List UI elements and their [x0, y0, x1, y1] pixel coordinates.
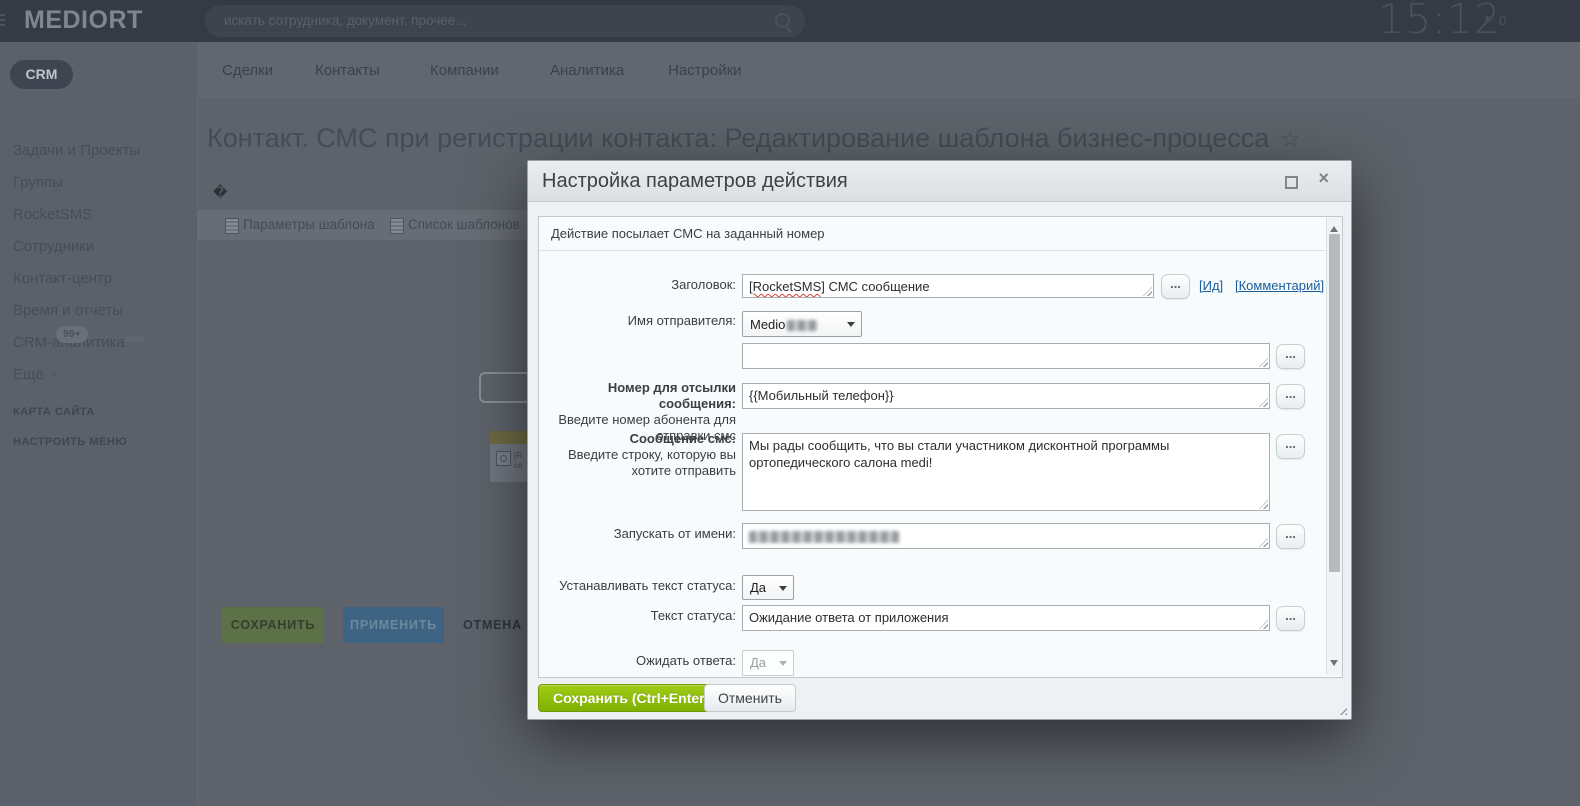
workflow-action-card[interactable]: [R co: [490, 431, 527, 482]
sidebar-sitemap-link[interactable]: КАРТА САЙТА: [13, 406, 95, 418]
flag-icon[interactable]: ⚑: [1483, 13, 1494, 27]
dialog-cancel-button[interactable]: Отменить: [704, 684, 796, 712]
workflow-node: [479, 372, 531, 403]
scroll-down-icon[interactable]: [1330, 660, 1338, 670]
wait-reply-select-disabled: Да: [742, 650, 794, 676]
tab-template-params[interactable]: Параметры шаблона: [243, 210, 375, 240]
header-more-button[interactable]: ...: [1161, 274, 1190, 299]
status-text-more-button[interactable]: ...: [1276, 606, 1305, 631]
action-settings-dialog: Настройка параметров действия × Действие…: [527, 160, 1352, 720]
dialog-content-scroll-area: Действие посылает СМС на заданный номер …: [538, 216, 1343, 678]
search-icon: [775, 13, 790, 28]
flag-count: 0: [1499, 13, 1507, 28]
field-label-message: Сообщение смс: Введите строку, которую в…: [567, 431, 736, 478]
page-save-button[interactable]: СОХРАНИТЬ: [222, 607, 324, 643]
sender-extra-input[interactable]: [742, 343, 1270, 369]
scrollbar-thumb[interactable]: [1329, 234, 1340, 572]
screen: MEDIORT искать сотрудника, документ, про…: [0, 0, 1580, 806]
chevron-down-icon: [49, 373, 58, 382]
search-placeholder: искать сотрудника, документ, прочее...: [224, 13, 467, 28]
workflow-card-header: [490, 431, 527, 444]
search-input[interactable]: искать сотрудника, документ, прочее...: [205, 5, 805, 37]
page-apply-button[interactable]: ПРИМЕНИТЬ: [343, 607, 444, 643]
number-input[interactable]: {{Мобильный телефон}}: [742, 383, 1270, 409]
run-as-more-button[interactable]: ...: [1276, 524, 1305, 549]
sidebar-item-rocketsms[interactable]: RocketSMS: [13, 207, 92, 223]
sidebar: CRM Задачи и Проекты Группы RocketSMS Со…: [0, 42, 198, 806]
crm-nav-bar: Сделки Контакты Компании Аналитика Настр…: [197, 42, 1580, 98]
nav-analytics[interactable]: Аналитика: [550, 62, 624, 79]
unknown-glyph: �: [213, 184, 228, 200]
field-label-status-text: Текст статуса:: [650, 608, 736, 623]
menu-icon[interactable]: [0, 14, 5, 28]
field-label-set-status: Устанавливать текст статуса:: [559, 578, 736, 593]
favorite-star-icon[interactable]: ☆: [1279, 126, 1301, 153]
top-bar: MEDIORT искать сотрудника, документ, про…: [0, 0, 1580, 43]
spellcheck-word: [RocketSMS]: [749, 279, 825, 294]
beta-label: beta: [125, 334, 146, 345]
dialog-scrollbar[interactable]: [1326, 217, 1342, 675]
field-label-header: Заголовок:: [671, 277, 736, 292]
scroll-up-icon[interactable]: [1330, 222, 1338, 232]
sidebar-item-groups[interactable]: Группы: [13, 175, 63, 191]
sidebar-item-contact-center[interactable]: Контакт-центр: [13, 271, 112, 287]
sidebar-item-employees[interactable]: Сотрудники: [13, 239, 94, 255]
tab-template-list[interactable]: Список шаблонов: [408, 210, 520, 240]
redacted-text: [749, 530, 899, 543]
nav-contacts[interactable]: Контакты: [315, 62, 380, 79]
sender-more-button[interactable]: ...: [1276, 344, 1305, 369]
message-textarea[interactable]: Мы рады сообщить, что вы стали участнико…: [742, 433, 1270, 511]
header-input[interactable]: [RocketSMS] СМС сообщение: [742, 274, 1154, 298]
nav-deals[interactable]: Сделки: [222, 62, 273, 79]
field-label-sender: Имя отправителя:: [627, 313, 736, 328]
app-logo[interactable]: MEDIORT: [24, 6, 143, 35]
id-link[interactable]: [Ид]: [1199, 278, 1223, 293]
sidebar-item-crm[interactable]: CRM: [10, 60, 73, 89]
maximize-icon[interactable]: [1285, 176, 1298, 189]
sidebar-item-tasks[interactable]: Задачи и Проекты: [13, 143, 140, 159]
sidebar-item-time-reports[interactable]: Время и отчеты: [13, 303, 123, 319]
dialog-save-button[interactable]: Сохранить (Ctrl+Enter): [538, 684, 725, 712]
action-description: Действие посылает СМС на заданный номер: [539, 217, 1336, 251]
more-count-badge: 99+: [56, 326, 88, 343]
number-more-button[interactable]: ...: [1276, 384, 1305, 409]
nav-settings[interactable]: Настройки: [668, 62, 742, 79]
run-as-input[interactable]: [742, 523, 1270, 549]
dialog-title: Настройка параметров действия: [542, 170, 848, 192]
sidebar-configure-menu-link[interactable]: НАСТРОИТЬ МЕНЮ: [13, 436, 127, 448]
sms-action-icon: [496, 451, 511, 466]
set-status-select[interactable]: Да: [742, 575, 794, 600]
sender-select[interactable]: Medio: [742, 311, 862, 337]
dialog-title-bar[interactable]: Настройка параметров действия ×: [528, 161, 1351, 202]
template-params-icon: [225, 218, 239, 234]
page-title: Контакт. СМС при регистрации контакта: Р…: [207, 123, 1301, 153]
comment-link[interactable]: [Комментарий]: [1235, 278, 1324, 293]
status-text-input[interactable]: Ожидание ответа от приложения: [742, 605, 1270, 631]
field-label-wait-reply: Ожидать ответа:: [635, 653, 736, 668]
template-tabs-bar: Параметры шаблона Список шаблонов: [197, 210, 527, 240]
message-more-button[interactable]: ...: [1276, 434, 1305, 459]
close-icon[interactable]: ×: [1318, 168, 1329, 189]
sidebar-item-more[interactable]: Ещё: [13, 367, 58, 383]
template-list-icon: [390, 218, 404, 234]
field-label-run-as: Запускать от имени:: [613, 526, 736, 541]
page-cancel-button[interactable]: ОТМЕНА: [463, 607, 522, 643]
redacted-text: [787, 320, 818, 332]
resize-grip[interactable]: [1337, 705, 1347, 715]
nav-companies[interactable]: Компании: [430, 62, 499, 79]
